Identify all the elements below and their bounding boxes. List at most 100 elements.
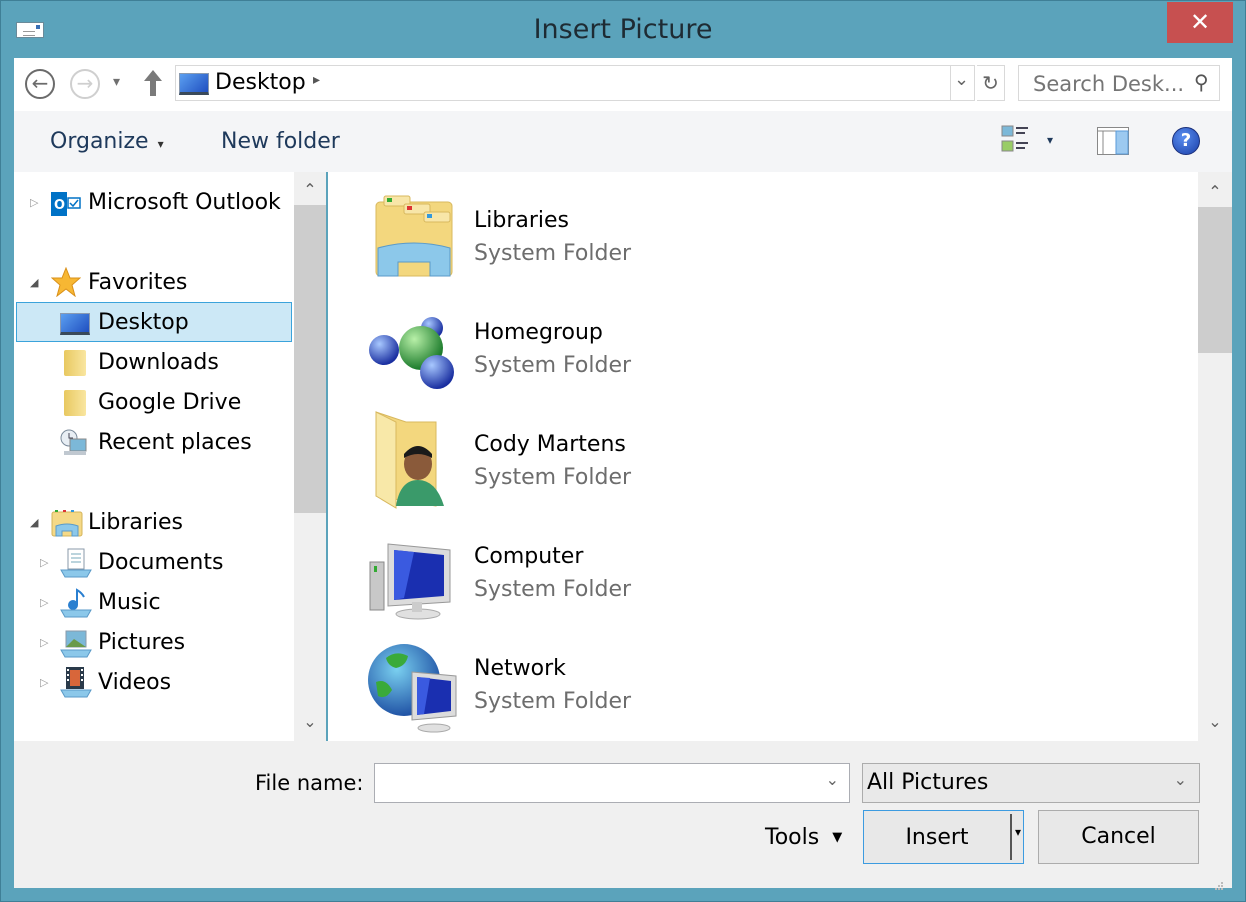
music-icon [60, 588, 92, 618]
insert-button[interactable]: Insert ▾ [863, 810, 1024, 864]
scroll-thumb[interactable] [294, 205, 326, 513]
file-item-libraries[interactable]: Libraries System Folder [366, 194, 666, 290]
expand-icon[interactable]: ▷ [40, 624, 48, 662]
svg-text:O: O [54, 198, 65, 213]
star-icon [50, 266, 82, 298]
file-name-combobox[interactable]: ⌄ [374, 763, 850, 803]
file-item-type: System Folder [474, 353, 632, 378]
file-item-name: Homegroup [474, 320, 603, 345]
cancel-button[interactable]: Cancel [1038, 810, 1199, 864]
folder-icon [64, 350, 86, 376]
nav-item-label: Documents [98, 550, 224, 575]
file-type-value: All Pictures [867, 770, 989, 795]
file-item-name: Libraries [474, 208, 570, 233]
folder-icon [64, 390, 86, 416]
search-icon[interactable]: ⚲ [1194, 70, 1209, 94]
navpane-scrollbar[interactable]: ⌃ ⌄ [294, 172, 326, 741]
file-item-type: System Folder [474, 465, 632, 490]
view-icon [1001, 125, 1028, 152]
nav-item-label: Libraries [88, 510, 184, 535]
expand-icon[interactable]: ▷ [40, 584, 48, 622]
file-item-name: Computer [474, 544, 584, 569]
nav-item-label: Google Drive [98, 390, 242, 415]
file-item-name: Network [474, 656, 566, 681]
expand-icon[interactable]: ▷ [40, 664, 48, 702]
tools-button[interactable]: Tools ▼ [765, 825, 842, 850]
tools-label: Tools [765, 825, 820, 850]
breadcrumb-chevron-icon[interactable]: ▸ [313, 72, 320, 88]
nav-item-label: Favorites [88, 270, 188, 295]
change-view-button[interactable] [1001, 125, 1031, 155]
window-title: Insert Picture [533, 14, 713, 45]
nav-item-label: Microsoft Outlook [88, 190, 281, 215]
expand-icon[interactable]: ▷ [30, 184, 38, 222]
documents-icon [60, 548, 92, 578]
nav-item-label: Desktop [98, 310, 189, 335]
file-name-input[interactable] [381, 770, 815, 798]
videos-icon [60, 666, 92, 698]
file-name-label: File name: [255, 771, 364, 795]
file-item-name: Cody Martens [474, 432, 626, 457]
computer-icon [366, 540, 466, 620]
chevron-down-icon: ▾ [157, 137, 164, 151]
network-icon [366, 636, 466, 734]
pictures-icon [60, 628, 92, 658]
file-item-homegroup[interactable]: Homegroup System Folder [366, 306, 666, 402]
refresh-button[interactable]: ↻ [977, 65, 1005, 101]
file-item-cody-martens[interactable]: Cody Martens System Folder [366, 411, 666, 514]
forward-button[interactable]: → [70, 69, 100, 99]
user-folder-icon [370, 410, 460, 510]
expand-icon[interactable]: ▷ [40, 544, 48, 582]
search-box[interactable]: ⚲ [1018, 65, 1220, 101]
nav-item-label: Videos [98, 670, 172, 695]
file-item-type: System Folder [474, 577, 632, 602]
libraries-icon [51, 509, 83, 537]
nav-item-label: Pictures [98, 630, 186, 655]
file-item-type: System Folder [474, 241, 632, 266]
outlook-icon: O [51, 191, 81, 216]
recent-locations-dropdown[interactable]: ▾ [113, 74, 120, 90]
file-item-type: System Folder [474, 689, 632, 714]
chevron-down-icon: ⌄ [1173, 770, 1187, 789]
insert-label: Insert [905, 825, 969, 850]
organize-button[interactable]: Organize ▾ [50, 129, 164, 154]
scroll-down-arrow[interactable]: ⌄ [1198, 712, 1232, 731]
view-options-dropdown[interactable]: ▾ [1047, 133, 1053, 147]
scroll-up-arrow[interactable]: ⌃ [294, 180, 326, 199]
back-button[interactable]: ← [25, 69, 55, 99]
address-breadcrumb-desktop[interactable]: Desktop [215, 70, 306, 95]
file-item-network[interactable]: Network System Folder [366, 642, 666, 738]
new-folder-button[interactable]: New folder [221, 129, 340, 154]
preview-pane-button[interactable] [1097, 127, 1129, 155]
close-button[interactable]: ✕ [1167, 2, 1233, 43]
chevron-down-icon[interactable]: ⌄ [826, 770, 839, 789]
desktop-icon [179, 73, 209, 95]
libraries-icon [370, 194, 460, 284]
insert-options-dropdown[interactable]: ▾ [1012, 825, 1024, 839]
collapse-icon[interactable]: ◢ [30, 264, 38, 302]
desktop-icon [60, 313, 90, 335]
file-type-select[interactable]: All Pictures ⌄ [862, 763, 1200, 803]
file-item-computer[interactable]: Computer System Folder [366, 530, 666, 626]
nav-item-label: Downloads [98, 350, 219, 375]
help-button[interactable]: ? [1172, 127, 1200, 155]
content-scrollbar[interactable]: ⌃ ⌄ [1198, 172, 1232, 741]
recent-places-icon [60, 429, 90, 457]
collapse-icon[interactable]: ◢ [30, 504, 38, 542]
divider [950, 66, 951, 100]
up-arrow-icon [144, 70, 162, 96]
preview-pane-icon [1097, 127, 1129, 155]
address-bar[interactable]: Desktop ▸ ⌄ [175, 65, 980, 101]
address-dropdown-icon[interactable]: ⌄ [954, 69, 969, 90]
scroll-thumb[interactable] [1198, 207, 1232, 353]
scroll-up-arrow[interactable]: ⌃ [1198, 182, 1232, 201]
homegroup-icon [366, 308, 462, 398]
search-input[interactable] [1031, 71, 1185, 97]
organize-label: Organize [50, 129, 149, 154]
resize-grip-icon[interactable] [1214, 876, 1224, 890]
nav-item-label: Music [98, 590, 161, 615]
chevron-down-icon: ▼ [832, 830, 843, 845]
scroll-down-arrow[interactable]: ⌄ [294, 712, 326, 731]
nav-item-label: Recent places [98, 430, 252, 455]
up-button[interactable] [142, 68, 164, 98]
